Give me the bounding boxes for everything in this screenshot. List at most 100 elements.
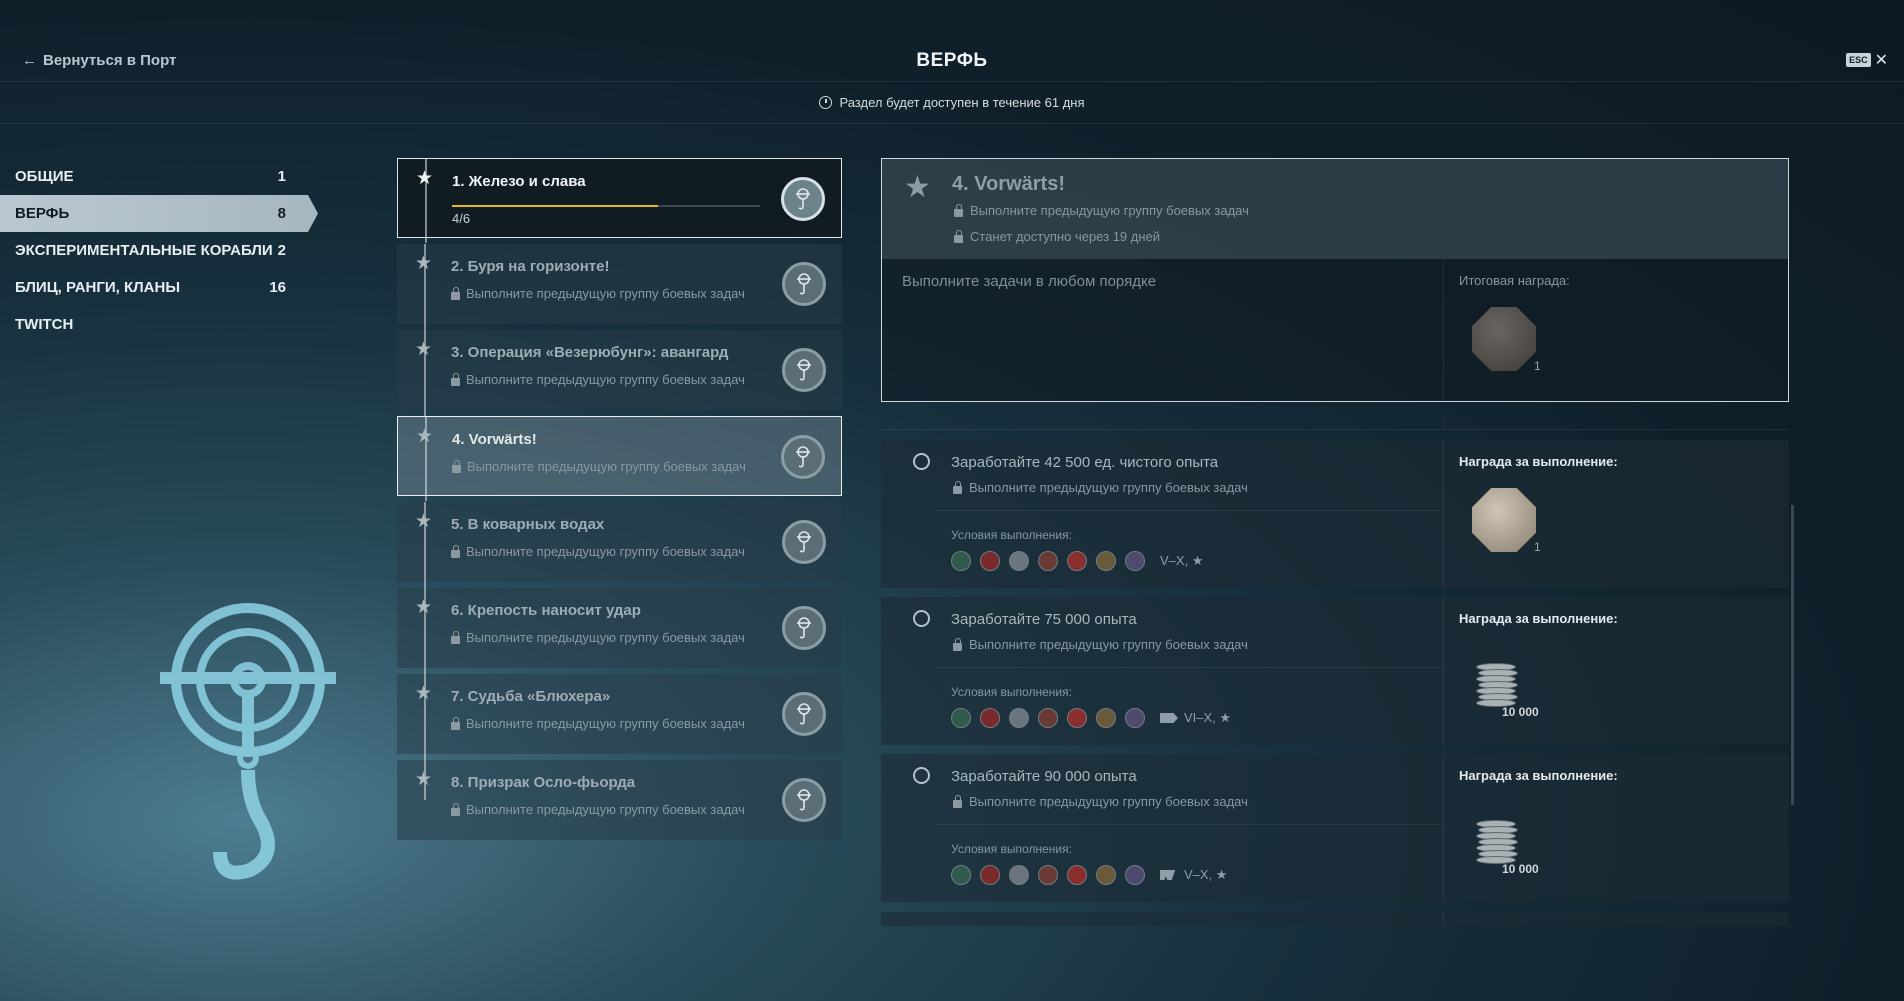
reward-count: 1 [1534, 540, 1541, 554]
task-scrollbar[interactable] [1791, 505, 1794, 805]
task-title: Заработайте 90 000 опыта [951, 768, 1137, 785]
group-lock-row: Выполните предыдущую группу боевых задач [451, 802, 745, 817]
anchor-icon [797, 617, 811, 639]
group-title: 3. Операция «Везерюбунг»: авангард [451, 344, 729, 361]
category-item[interactable]: ОБЩИЕ 1 [0, 158, 300, 195]
nation-flag-icon [951, 708, 971, 728]
task-reward: Награда за выполнение: 10 000 [1444, 597, 1789, 745]
cruiser-class-icon [1160, 870, 1176, 880]
group-title: 4. Vorwärts! [452, 431, 537, 448]
conditions-row: V–X, ★ [951, 865, 1227, 885]
divider-strip [881, 418, 1789, 430]
lock-icon [954, 229, 963, 243]
lock-icon [451, 716, 460, 730]
task-radio[interactable] [913, 767, 930, 784]
mission-group[interactable]: ★ 3. Операция «Везерюбунг»: авангард Вып… [397, 330, 842, 416]
detail-any-order: Выполните задачи в любом порядке [882, 259, 1444, 401]
group-title: 1. Железо и слава [452, 173, 586, 190]
task-lock-row: Выполните предыдущую группу боевых задач [953, 794, 1248, 809]
group-lock-row: Выполните предыдущую группу боевых задач [451, 286, 745, 301]
nation-flag-icon [1096, 708, 1116, 728]
conditions-row: VI–X, ★ [951, 708, 1231, 728]
medal-icon [1472, 488, 1536, 552]
category-count: 8 [277, 205, 286, 222]
task-radio[interactable] [913, 453, 930, 470]
group-lock-row: Выполните предыдущую группу боевых задач [451, 544, 745, 559]
mission-group[interactable]: ★ 6. Крепость наносит удар Выполните пре… [397, 588, 842, 674]
reward-label: Награда за выполнение: [1459, 454, 1618, 469]
nation-flag-icon [980, 708, 1000, 728]
lock-icon [451, 286, 460, 300]
star-icon: ★ [416, 168, 434, 189]
reward-value: 10 000 [1502, 705, 1539, 719]
task-card: Заработайте 90 000 опыта Выполните преды… [881, 754, 1789, 902]
nation-flag-icon [1009, 865, 1029, 885]
destroyer-class-icon [1160, 713, 1178, 723]
group-title: 6. Крепость наносит удар [451, 602, 641, 619]
close-icon: ✕ [1874, 52, 1888, 69]
star-icon: ★ [415, 769, 433, 790]
reward-label: Награда за выполнение: [1459, 611, 1618, 626]
group-badge-icon [782, 692, 826, 736]
nation-flag-icon [1067, 865, 1087, 885]
group-detail-panel: ★ 4. Vorwärts! Выполните предыдущую груп… [881, 158, 1789, 402]
category-label: TWITCH [15, 316, 74, 333]
mission-group[interactable]: ★ 1. Железо и слава 4/6 [397, 158, 842, 243]
star-icon: ★ [415, 511, 433, 532]
mission-group[interactable]: ★ 2. Буря на горизонте! Выполните предыд… [397, 244, 842, 330]
progress-text: 4/6 [452, 211, 471, 226]
star-icon: ★ [415, 683, 433, 704]
final-reward-count: 1 [1534, 359, 1541, 373]
nation-flag-icon [1125, 708, 1145, 728]
group-title: 2. Буря на горизонте! [451, 258, 610, 275]
tier-text: V–X, ★ [1184, 867, 1228, 882]
star-icon: ★ [415, 339, 433, 360]
nation-flag-icon [1096, 865, 1116, 885]
category-item[interactable]: ВЕРФЬ 8 [0, 195, 318, 232]
reward-label: Награда за выполнение: [1459, 768, 1618, 783]
group-title: 8. Призрак Осло-фьорда [451, 774, 636, 791]
task-reward: Награда за выполнение: 1 [1444, 440, 1789, 588]
group-lock-text: Выполните предыдущую группу боевых задач [466, 802, 745, 817]
detail-lock-text: Выполните предыдущую группу боевых задач [970, 203, 1249, 218]
category-list: ОБЩИЕ 1 ВЕРФЬ 8 ЭКСПЕРИМЕНТАЛЬНЫЕ КОРАБЛИ … [0, 158, 318, 343]
lock-icon [953, 794, 962, 808]
task-lock-text: Выполните предыдущую группу боевых задач [969, 794, 1248, 809]
tier-text: V–X, ★ [1160, 553, 1204, 568]
nation-flag-icon [1125, 551, 1145, 571]
clock-icon [819, 96, 833, 109]
group-badge-icon [781, 177, 825, 221]
task-reward: Награда за выполнение: 10 000 [1444, 754, 1789, 902]
mission-group[interactable]: ★ 5. В коварных водах Выполните предыдущ… [397, 502, 842, 588]
conditions-label: Условия выполнения: [951, 528, 1072, 542]
category-count: 16 [269, 279, 286, 296]
nation-flag-icon [1038, 865, 1058, 885]
nation-flag-icon [1038, 551, 1058, 571]
conditions-row: V–X, ★ [951, 551, 1203, 571]
group-badge-icon [782, 520, 826, 564]
page-title: ВЕРФЬ [916, 50, 988, 71]
crane-hook-icon [160, 603, 336, 880]
star-icon: ★ [416, 426, 434, 447]
category-item[interactable]: ЭКСПЕРИМЕНТАЛЬНЫЕ КОРАБЛИ 2 [0, 232, 300, 269]
mission-group[interactable]: ★ 7. Судьба «Блюхера» Выполните предыдущ… [397, 674, 842, 760]
task-radio[interactable] [913, 610, 930, 627]
lock-icon [451, 372, 460, 386]
nation-flag-icon [1067, 708, 1087, 728]
mission-group[interactable]: ★ 4. Vorwärts! Выполните предыдущую груп… [397, 416, 842, 501]
group-title: 7. Судьба «Блюхера» [451, 688, 611, 705]
nation-flag-icon [1096, 551, 1116, 571]
category-label: ЭКСПЕРИМЕНТАЛЬНЫЕ КОРАБЛИ [15, 242, 273, 259]
lock-icon [953, 480, 962, 494]
task-title: Заработайте 42 500 ед. чистого опыта [951, 454, 1219, 471]
mission-group[interactable]: ★ 8. Призрак Осло-фьорда Выполните преды… [397, 760, 842, 840]
task-title: Заработайте 75 000 опыта [951, 611, 1137, 628]
lock-icon [451, 630, 460, 644]
category-item[interactable]: TWITCH [0, 306, 300, 343]
group-badge-icon [782, 262, 826, 306]
tier-text: VI–X, ★ [1184, 710, 1232, 725]
tier-range: VI–X, ★ [1160, 710, 1231, 726]
nation-flag-icon [980, 865, 1000, 885]
close-button[interactable]: ESC ✕ [1846, 50, 1888, 70]
category-item[interactable]: БЛИЦ, РАНГИ, КЛАНЫ 16 [0, 269, 300, 306]
